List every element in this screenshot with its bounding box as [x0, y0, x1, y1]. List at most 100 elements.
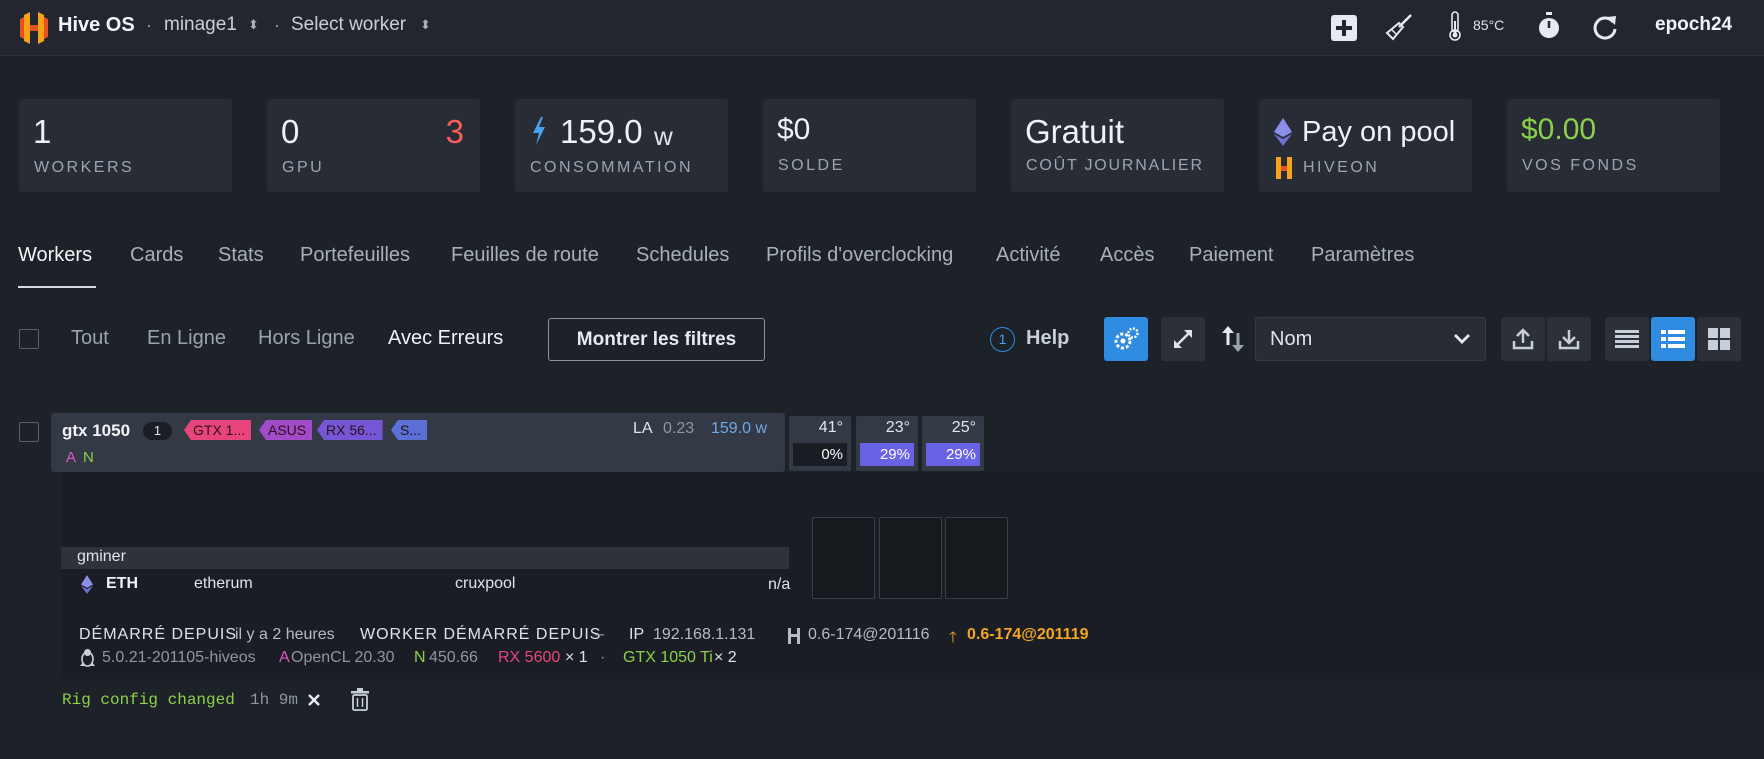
tab-overclocking-profiles[interactable]: Profils d'overclocking: [766, 244, 953, 267]
worker-tag[interactable]: RX 56...: [317, 420, 383, 440]
tab-wallets[interactable]: Portefeuilles: [300, 244, 410, 267]
tab-stats[interactable]: Stats: [218, 244, 264, 267]
lightning-icon: [532, 117, 546, 145]
bulk-actions-button[interactable]: [1104, 317, 1148, 361]
worker-tag[interactable]: S...: [391, 420, 428, 440]
gpu-card-slot: [879, 517, 942, 599]
gpu-temp-box[interactable]: 23° 29%: [856, 416, 918, 471]
gpu-count: 0: [281, 113, 300, 150]
message-time: 1h 9m: [250, 691, 299, 709]
show-filters-button[interactable]: Montrer les filtres: [548, 318, 765, 361]
tab-workers[interactable]: Workers: [18, 244, 92, 267]
tab-schedules[interactable]: Schedules: [636, 244, 729, 267]
wallet-name: etherum: [194, 575, 253, 592]
daily-cost-label: COÛT JOURNALIER: [1026, 157, 1204, 174]
worker-updown-icon[interactable]: ⬍: [420, 17, 431, 33]
gpu-temp-box[interactable]: 25° 29%: [922, 416, 984, 471]
worker-power: 159.0 w: [711, 420, 768, 437]
worker-row-checkbox[interactable]: [19, 422, 39, 442]
consumption-unit: w: [654, 121, 673, 151]
filter-with-errors[interactable]: Avec Erreurs: [388, 327, 503, 350]
sort-direction-icon[interactable]: [1221, 325, 1245, 353]
gpu-card[interactable]: 0 3 GPU: [267, 99, 480, 192]
funds-label: VOS FONDS: [1522, 157, 1639, 174]
expand-button[interactable]: [1161, 317, 1205, 361]
tab-settings[interactable]: Paramètres: [1311, 244, 1414, 267]
filter-online[interactable]: En Ligne: [147, 327, 226, 350]
hive-logo-icon[interactable]: [18, 11, 50, 45]
tab-access[interactable]: Accès: [1100, 244, 1154, 267]
view-list-button[interactable]: [1651, 317, 1695, 361]
consumption-value: 159.0: [560, 113, 643, 150]
payment-value: Pay on pool: [1302, 116, 1456, 148]
breadcrumb-separator: ·: [274, 15, 280, 35]
miner-name[interactable]: gminer: [77, 548, 126, 566]
gpu-temperature: 23°: [885, 419, 910, 436]
farm-selector[interactable]: minage1: [164, 14, 237, 36]
amd-driver-flag: A: [279, 649, 290, 666]
worker-started-label: WORKER DÉMARRÉ DEPUIS: [360, 626, 602, 643]
active-tab-indicator: [18, 286, 96, 288]
linux-icon: [79, 648, 96, 667]
plus-icon[interactable]: [1331, 15, 1357, 41]
ethereum-icon: [1274, 118, 1292, 146]
consumption-card[interactable]: 159.0 w CONSOMMATION: [515, 99, 728, 192]
view-grid-button[interactable]: [1697, 317, 1741, 361]
payment-label: HIVEON: [1303, 159, 1380, 176]
gpu-temperature: 25°: [951, 419, 976, 436]
gpu-card-slot: [945, 517, 1008, 599]
user-menu[interactable]: epoch24: [1655, 14, 1732, 36]
coin-name: ETH: [106, 575, 138, 592]
worker-tag[interactable]: GTX 1...: [184, 420, 252, 440]
select-all-checkbox[interactable]: [19, 329, 39, 349]
thermometer-icon[interactable]: [1448, 11, 1462, 41]
filter-offline[interactable]: Hors Ligne: [258, 327, 355, 350]
ip-value: 192.168.1.131: [653, 626, 756, 643]
workers-card[interactable]: 1 WORKERS: [19, 99, 232, 192]
funds-card[interactable]: $0.00 VOS FONDS: [1507, 99, 1720, 192]
payment-card[interactable]: Pay on pool HIVEON: [1259, 99, 1472, 192]
balance-card[interactable]: $0 SOLDE: [763, 99, 976, 192]
gpu-model-nvidia-count: × 2: [714, 649, 737, 666]
filter-all[interactable]: Tout: [71, 327, 109, 350]
expand-icon: [1174, 330, 1192, 348]
stopwatch-icon[interactable]: [1537, 12, 1561, 40]
brand-name[interactable]: Hive OS: [58, 14, 135, 37]
help-link[interactable]: Help: [1026, 327, 1069, 350]
tab-flight-sheets[interactable]: Feuilles de route: [451, 244, 599, 267]
worker-name[interactable]: gtx 1050: [62, 421, 130, 441]
tab-activity[interactable]: Activité: [996, 244, 1060, 267]
hive-version: 0.6-174@201116: [808, 626, 930, 643]
tab-cards[interactable]: Cards: [130, 244, 183, 267]
broom-icon[interactable]: [1385, 13, 1413, 41]
tab-payment[interactable]: Paiement: [1189, 244, 1274, 267]
ip-label: IP: [629, 626, 645, 643]
view-compact-button[interactable]: [1605, 317, 1649, 361]
available-update[interactable]: 0.6-174@201119: [967, 626, 1089, 644]
help-count-badge[interactable]: 1: [990, 327, 1015, 352]
gpu-fan: 29%: [926, 443, 980, 466]
trash-icon[interactable]: [350, 688, 370, 711]
download-button[interactable]: [1547, 317, 1591, 361]
gpu-card-slot: [812, 517, 875, 599]
consumption-label: CONSOMMATION: [530, 159, 694, 176]
kernel-version: 5.0.21-201105-hiveos: [102, 649, 256, 666]
nvidia-flag: N: [83, 449, 94, 466]
daily-cost-card[interactable]: Gratuit COÛT JOURNALIER: [1011, 99, 1224, 192]
workers-label: WORKERS: [34, 159, 135, 176]
load-average-value: 0.23: [663, 420, 695, 437]
sort-select[interactable]: Nom: [1255, 317, 1486, 361]
gpu-label: GPU: [282, 159, 325, 176]
worker-tag[interactable]: ASUS: [259, 420, 313, 440]
gpu-temp-box[interactable]: 41° 0%: [789, 416, 851, 471]
worker-selector[interactable]: Select worker: [291, 14, 406, 36]
breadcrumb-separator: ·: [146, 15, 152, 35]
dismiss-message-icon[interactable]: [307, 693, 321, 707]
farm-updown-icon[interactable]: ⬍: [248, 17, 259, 33]
hive-version-icon: [786, 627, 802, 645]
refresh-icon[interactable]: [1592, 13, 1618, 41]
sort-select-value: Nom: [1270, 328, 1313, 350]
gpu-model-separator: ·: [600, 649, 606, 666]
opencl-version: OpenCL 20.30: [291, 649, 395, 666]
upload-button[interactable]: [1501, 317, 1545, 361]
